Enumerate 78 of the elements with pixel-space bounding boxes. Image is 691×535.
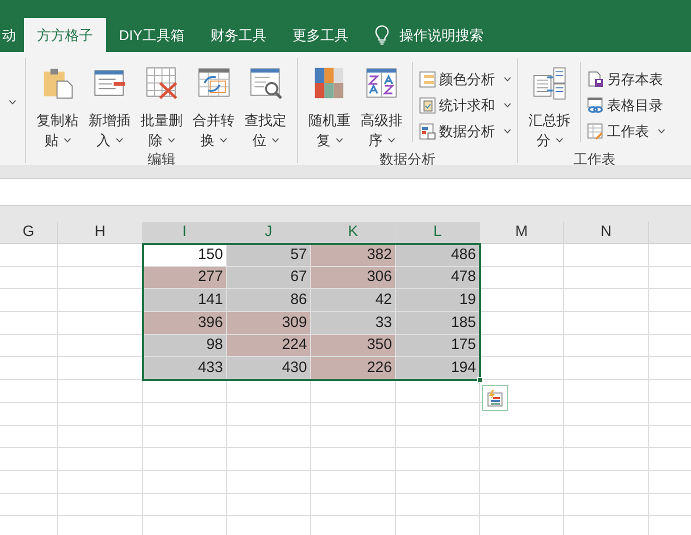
- ribbon-button[interactable]: 表格目录: [587, 94, 665, 116]
- caret-icon: [556, 138, 562, 142]
- table-cell: 19: [396, 289, 480, 312]
- table-cell: 277: [143, 266, 227, 288]
- ribbon-button[interactable]: 高级排 序: [356, 58, 407, 150]
- sheet-edit-icon: [587, 122, 604, 140]
- split-document-icon: [532, 66, 568, 100]
- ribbon-button[interactable]: 统计求和: [419, 94, 511, 116]
- quick-analysis-button[interactable]: [482, 385, 508, 412]
- table-cell: 141: [143, 289, 227, 312]
- data-table-icon: [419, 122, 436, 140]
- caret-icon: [116, 138, 122, 142]
- table-cell: 350: [311, 334, 396, 356]
- ribbon-button[interactable]: 数据分析: [419, 120, 511, 142]
- column-header[interactable]: K: [311, 222, 396, 243]
- table-cell: 185: [396, 312, 480, 334]
- table-cell: 433: [143, 357, 227, 380]
- ribbon-button[interactable]: 查找定 位: [240, 58, 291, 150]
- table-cell: 226: [311, 357, 396, 380]
- table-link-icon: [587, 96, 604, 114]
- caret-icon: [272, 138, 278, 142]
- table-cell: 175: [396, 334, 480, 356]
- ribbon-button[interactable]: 颜色分析: [419, 68, 511, 90]
- ribbon-button[interactable]: 另存本表: [587, 68, 665, 90]
- ribbon-button[interactable]: 合并转 换: [188, 58, 239, 150]
- table-cell: 42: [311, 289, 396, 312]
- column-header[interactable]: M: [480, 222, 564, 243]
- ribbon-button[interactable]: 工作表: [587, 120, 665, 142]
- sort-icon: [364, 66, 400, 100]
- caret-icon: [504, 76, 511, 82]
- checklist-icon: [419, 96, 436, 114]
- table-cell: 486: [396, 244, 480, 266]
- caret-icon: [9, 100, 16, 105]
- table-cell: 309: [227, 312, 311, 334]
- ribbon-tab[interactable]: 动: [0, 18, 24, 52]
- table-cell: 430: [227, 357, 311, 380]
- ribbon-tab[interactable]: DIY工具箱: [106, 18, 198, 52]
- table-delete-icon: [144, 66, 180, 100]
- ribbon-tab[interactable]: 更多工具: [279, 18, 362, 52]
- caret-icon: [220, 138, 226, 142]
- ribbon-button[interactable]: 随机重 复: [304, 58, 355, 150]
- table-cell: 57: [227, 244, 311, 266]
- ribbon-button[interactable]: 批量删 除: [136, 58, 187, 150]
- table-cell: 306: [311, 266, 396, 288]
- column-header[interactable]: G: [0, 222, 58, 243]
- table-cell: 224: [227, 334, 311, 356]
- caret-icon: [658, 128, 665, 134]
- group-label: 工作表: [574, 150, 616, 168]
- table-cell: 382: [311, 244, 396, 266]
- table-cell: 98: [143, 334, 227, 356]
- ribbon-tab[interactable]: 财务工具: [197, 18, 280, 52]
- color-table-icon: [419, 70, 436, 88]
- column-header[interactable]: N: [564, 222, 649, 243]
- search-table-icon: [248, 66, 284, 100]
- ribbon-button[interactable]: 复制粘 贴: [32, 58, 83, 150]
- caret-icon: [336, 138, 342, 142]
- search-field[interactable]: 操作说明搜索: [375, 18, 484, 52]
- ribbon-tab[interactable]: 方方格子: [24, 18, 106, 52]
- table-cell: 67: [227, 266, 311, 288]
- caret-icon: [168, 138, 174, 142]
- save-document-icon: [587, 70, 604, 88]
- column-header[interactable]: L: [396, 222, 480, 243]
- caret-icon: [64, 138, 70, 142]
- ribbon-button[interactable]: 汇总拆 分: [524, 58, 575, 150]
- column-header[interactable]: J: [227, 222, 311, 243]
- quick-analysis-icon: [486, 389, 504, 408]
- table-cell: 33: [311, 312, 396, 334]
- table-cell: 86: [227, 289, 311, 312]
- caret-icon: [504, 128, 511, 134]
- ribbon-button[interactable]: 新增插 入: [84, 58, 135, 150]
- table-cell: 396: [143, 312, 227, 334]
- table-cell: 194: [396, 357, 480, 380]
- lightbulb-icon: [375, 25, 390, 45]
- group-label: 编辑: [148, 150, 176, 168]
- table-cell: 478: [396, 266, 480, 288]
- caret-icon: [388, 138, 394, 142]
- column-header[interactable]: I: [143, 222, 227, 243]
- caret-icon: [504, 102, 511, 108]
